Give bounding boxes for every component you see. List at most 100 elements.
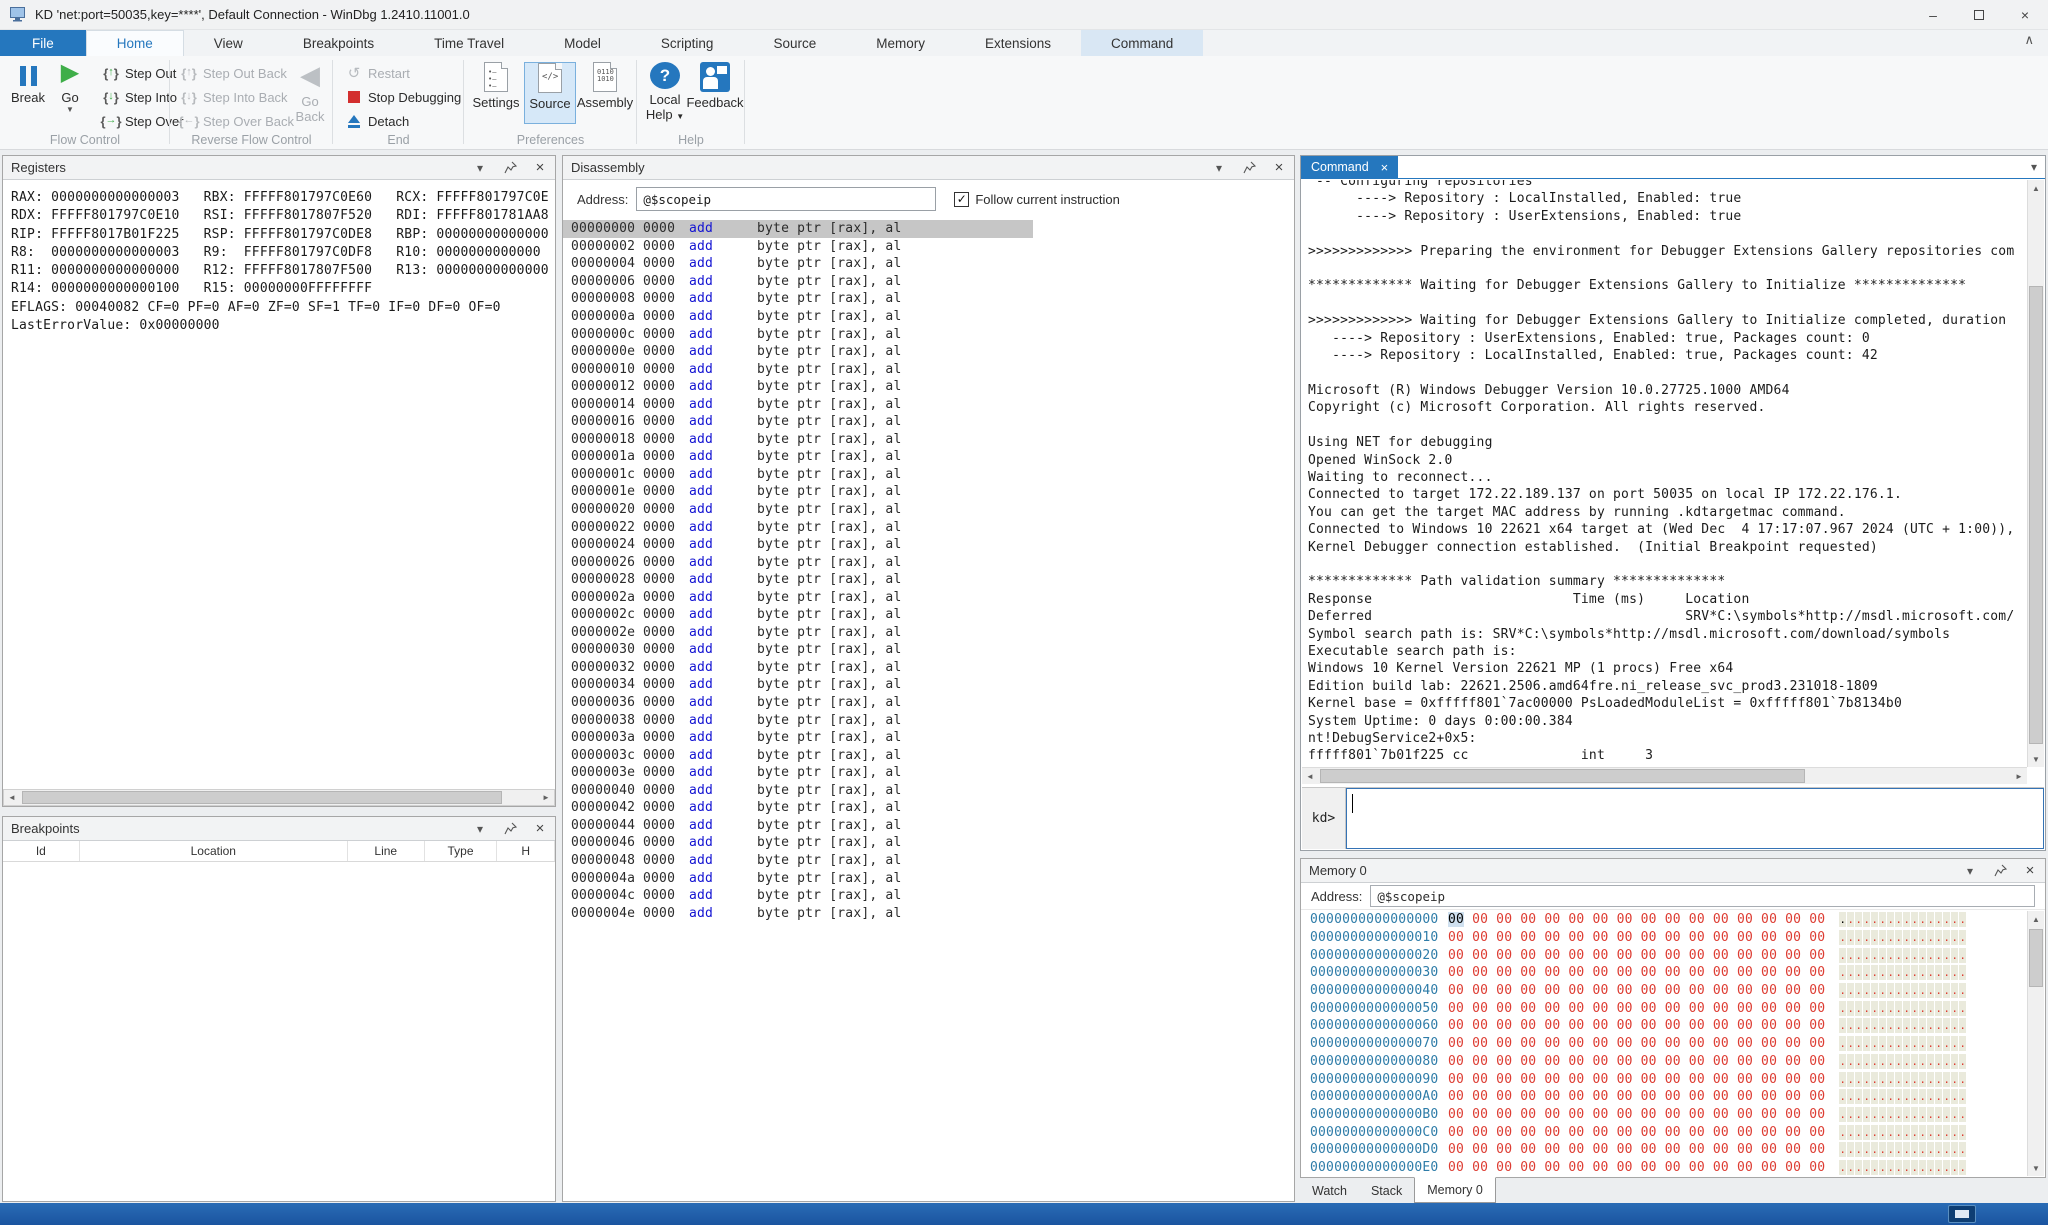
tab-source[interactable]: Source [743, 30, 846, 56]
disassembly-row[interactable]: 000000460000addbyte ptr [rax], al [563, 834, 1294, 852]
disassembly-row[interactable]: 000000160000addbyte ptr [rax], al [563, 413, 1294, 431]
scroll-up-icon[interactable]: ▲ [2028, 180, 2044, 196]
disassembly-row[interactable]: 000000360000addbyte ptr [rax], al [563, 694, 1294, 712]
disassembly-row[interactable]: 000000200000addbyte ptr [rax], al [563, 501, 1294, 519]
scroll-up-icon[interactable]: ▲ [2028, 911, 2044, 927]
ribbon-collapse-icon[interactable]: ∧ [2024, 32, 2034, 48]
disassembly-row[interactable]: 000000420000addbyte ptr [rax], al [563, 799, 1294, 817]
bottom-tab-memory-0[interactable]: Memory 0 [1414, 1177, 1496, 1203]
scroll-left-icon[interactable]: ◄ [4, 790, 20, 805]
feedback-button[interactable]: Feedback [687, 62, 743, 124]
step-into-back-button[interactable]: {↓} Step Into Back [178, 86, 288, 108]
disassembly-row[interactable]: 000000340000addbyte ptr [rax], al [563, 676, 1294, 694]
disassembly-row[interactable]: 0000003e0000addbyte ptr [rax], al [563, 764, 1294, 782]
step-out-button[interactable]: {↑} Step Out [100, 62, 176, 84]
tab-scripting[interactable]: Scripting [631, 30, 744, 56]
scrollbar-thumb[interactable] [22, 791, 502, 804]
memory-row[interactable]: 000000000000009000 00 00 00 00 00 00 00 … [1310, 1070, 2027, 1088]
disassembly-row[interactable]: 000000060000addbyte ptr [rax], al [563, 273, 1294, 291]
memory-vscrollbar[interactable]: ▲ ▼ [2027, 911, 2044, 1176]
disassembly-row[interactable]: 0000001c0000addbyte ptr [rax], al [563, 466, 1294, 484]
scrollbar-thumb[interactable] [2029, 286, 2043, 744]
chevron-down-icon[interactable]: ▾ [473, 161, 487, 175]
memory-row[interactable]: 000000000000008000 00 00 00 00 00 00 00 … [1310, 1053, 2027, 1071]
command-output[interactable]: -- Configuring repositories ----> Reposi… [1302, 180, 2027, 767]
tab-file[interactable]: File [0, 30, 86, 56]
go-button[interactable]: ▶ Go ▼ [48, 60, 92, 124]
disassembly-row[interactable]: 000000480000addbyte ptr [rax], al [563, 852, 1294, 870]
breakpoints-column-h[interactable]: H [497, 841, 555, 861]
close-icon[interactable]: × [1381, 160, 1389, 175]
disassembly-row[interactable]: 000000100000addbyte ptr [rax], al [563, 360, 1294, 378]
disassembly-row[interactable]: 000000180000addbyte ptr [rax], al [563, 431, 1294, 449]
step-over-back-button[interactable]: {←} Step Over Back [178, 110, 294, 132]
disassembly-row[interactable]: 000000380000addbyte ptr [rax], al [563, 711, 1294, 729]
pin-icon[interactable] [1993, 864, 2007, 878]
local-help-button[interactable]: ? LocalHelp ▼ [639, 62, 691, 124]
disassembly-row[interactable]: 0000000c0000addbyte ptr [rax], al [563, 325, 1294, 343]
tab-home[interactable]: Home [86, 30, 184, 56]
chevron-down-icon[interactable]: ▾ [1963, 864, 1977, 878]
disassembly-row[interactable]: 0000002c0000addbyte ptr [rax], al [563, 606, 1294, 624]
disassembly-row[interactable]: 0000002a0000addbyte ptr [rax], al [563, 588, 1294, 606]
scroll-right-icon[interactable]: ► [538, 790, 554, 805]
tab-memory[interactable]: Memory [846, 30, 955, 56]
disassembly-row[interactable]: 000000080000addbyte ptr [rax], al [563, 290, 1294, 308]
breakpoints-column-type[interactable]: Type [425, 841, 498, 861]
disassembly-row[interactable]: 000000020000addbyte ptr [rax], al [563, 238, 1294, 256]
disassembly-row[interactable]: 000000320000addbyte ptr [rax], al [563, 659, 1294, 677]
memory-grid[interactable]: 000000000000000000 00 00 00 00 00 00 00 … [1302, 911, 2027, 1176]
memory-row[interactable]: 00000000000000B000 00 00 00 00 00 00 00 … [1310, 1106, 2027, 1124]
step-out-back-button[interactable]: {↑} Step Out Back [178, 62, 287, 84]
close-icon[interactable]: × [533, 822, 547, 836]
disassembly-row[interactable]: 0000001a0000addbyte ptr [rax], al [563, 448, 1294, 466]
scroll-right-icon[interactable]: ► [2011, 768, 2027, 784]
chevron-down-icon[interactable]: ▾ [2031, 156, 2045, 178]
disassembly-row[interactable]: 0000004c0000addbyte ptr [rax], al [563, 887, 1294, 905]
disassembly-row[interactable]: 000000120000addbyte ptr [rax], al [563, 378, 1294, 396]
scrollbar-thumb[interactable] [2029, 929, 2043, 987]
tab-view[interactable]: View [184, 30, 273, 56]
disassembly-row[interactable]: 0000002e0000addbyte ptr [rax], al [563, 624, 1294, 642]
bottom-tab-stack[interactable]: Stack [1359, 1178, 1414, 1203]
follow-current-instruction-checkbox[interactable]: ✓ Follow current instruction [954, 192, 1120, 207]
bottom-tab-watch[interactable]: Watch [1300, 1178, 1359, 1203]
disassembly-row[interactable]: 000000040000addbyte ptr [rax], al [563, 255, 1294, 273]
breakpoints-column-location[interactable]: Location [80, 841, 348, 861]
disassembly-row[interactable]: 0000004a0000addbyte ptr [rax], al [563, 869, 1294, 887]
chevron-down-icon[interactable]: ▾ [1212, 161, 1226, 175]
disassembly-listing[interactable]: 000000000000addbyte ptr [rax], al0000000… [563, 218, 1294, 922]
memory-row[interactable]: 000000000000003000 00 00 00 00 00 00 00 … [1310, 964, 2027, 982]
disassembly-row[interactable]: 000000220000addbyte ptr [rax], al [563, 518, 1294, 536]
registers-hscrollbar[interactable]: ◄ ► [3, 789, 555, 806]
pin-icon[interactable] [1242, 161, 1256, 175]
disassembly-row[interactable]: 0000004e0000addbyte ptr [rax], al [563, 904, 1294, 922]
scroll-down-icon[interactable]: ▼ [2028, 751, 2044, 767]
memory-row[interactable]: 000000000000000000 00 00 00 00 00 00 00 … [1310, 911, 2027, 929]
disassembly-row[interactable]: 0000001e0000addbyte ptr [rax], al [563, 483, 1294, 501]
disassembly-row[interactable]: 000000300000addbyte ptr [rax], al [563, 641, 1294, 659]
tab-breakpoints[interactable]: Breakpoints [273, 30, 404, 56]
disassembly-row[interactable]: 000000400000addbyte ptr [rax], al [563, 782, 1294, 800]
tab-model[interactable]: Model [534, 30, 631, 56]
disassembly-row[interactable]: 000000440000addbyte ptr [rax], al [563, 817, 1294, 835]
detach-button[interactable]: Detach [343, 110, 409, 132]
memory-address-input[interactable]: @$scopeip [1370, 885, 2035, 907]
step-into-button[interactable]: {↓} Step Into [100, 86, 177, 108]
memory-row[interactable]: 00000000000000C000 00 00 00 00 00 00 00 … [1310, 1123, 2027, 1141]
disassembly-row[interactable]: 0000000a0000addbyte ptr [rax], al [563, 308, 1294, 326]
disassembly-row[interactable]: 000000000000addbyte ptr [rax], al [563, 220, 1033, 238]
disassembly-row[interactable]: 000000260000addbyte ptr [rax], al [563, 553, 1294, 571]
close-icon[interactable]: × [1272, 161, 1286, 175]
source-button[interactable]: </> Source [524, 62, 576, 124]
chevron-down-icon[interactable]: ▾ [473, 822, 487, 836]
taskbar-window-icon[interactable] [1948, 1205, 1976, 1223]
memory-row[interactable]: 00000000000000D000 00 00 00 00 00 00 00 … [1310, 1141, 2027, 1159]
memory-row[interactable]: 000000000000006000 00 00 00 00 00 00 00 … [1310, 1017, 2027, 1035]
assembly-button[interactable]: 01101010 Assembly [576, 62, 634, 124]
disassembly-row[interactable]: 000000240000addbyte ptr [rax], al [563, 536, 1294, 554]
breakpoints-column-line[interactable]: Line [348, 841, 425, 861]
memory-row[interactable]: 000000000000002000 00 00 00 00 00 00 00 … [1310, 946, 2027, 964]
minimize-button[interactable]: – [1910, 0, 1956, 29]
command-tab[interactable]: Command × [1301, 156, 1398, 178]
